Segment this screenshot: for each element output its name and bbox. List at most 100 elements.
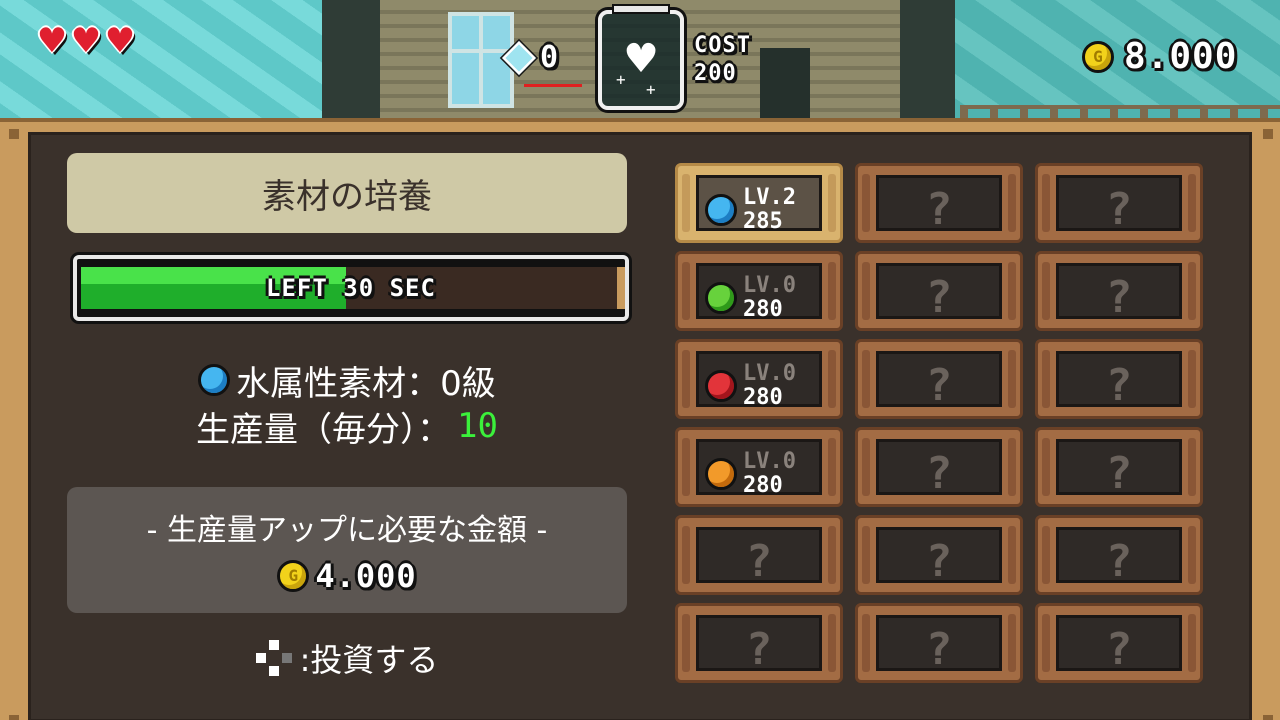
sky-left: [0, 0, 330, 130]
coin-icon: G: [277, 560, 310, 592]
locked-slot[interactable]: ?: [1035, 163, 1203, 243]
coin-icon: G: [1082, 40, 1114, 73]
slot-edge: [1008, 174, 1016, 232]
locked-slot[interactable]: ?: [1035, 339, 1203, 419]
locked-slot[interactable]: ?: [1035, 427, 1203, 507]
locked-slot[interactable]: ?: [675, 603, 843, 683]
gold-counter: G 8.000: [1082, 36, 1237, 77]
upgrade-cost-box: - 生産量アップに必要な金額 - G 4.000: [67, 487, 627, 613]
slot-screen: LV.0 280: [696, 263, 822, 322]
slot-edge: [828, 438, 836, 496]
question-mark-icon: ?: [745, 624, 773, 675]
slot-edge: [828, 174, 836, 232]
slot-edge: [682, 438, 690, 496]
gem-underline: [524, 84, 582, 87]
locked-slot[interactable]: ?: [855, 603, 1023, 683]
slot-screen: ?: [1056, 351, 1182, 411]
slot-screen: ?: [1056, 263, 1182, 323]
question-mark-icon: ?: [745, 536, 773, 587]
slot-edge: [1008, 262, 1016, 320]
material-slot-grass[interactable]: LV.0 280: [675, 251, 843, 331]
material-slot-water[interactable]: LV.2 285: [675, 163, 843, 243]
slot-edge: [682, 614, 690, 672]
heart-icon: ♥: [104, 21, 136, 61]
slot-edge: [828, 350, 836, 408]
slot-edge: [1042, 614, 1050, 672]
heart-icon: ♥: [36, 21, 68, 61]
slot-screen: LV.2 285: [696, 175, 822, 234]
slot-edge: [1008, 526, 1016, 584]
slot-screen: ?: [876, 263, 1002, 323]
slot-value: 280: [743, 297, 783, 322]
cost-value: 200: [694, 61, 737, 86]
gold-amount: 8.000: [1124, 36, 1238, 77]
grass-orb-icon: [705, 282, 737, 314]
dpad-button-icon: [255, 640, 292, 676]
slot-level: LV.2: [743, 185, 796, 210]
slot-edge: [1042, 262, 1050, 320]
slot-screen: LV.0 280: [696, 351, 822, 410]
upgrade-amount: G 4.000: [277, 557, 416, 595]
question-mark-icon: ?: [1105, 184, 1133, 235]
upgrade-heading: - 生産量アップに必要な金額 -: [146, 513, 548, 548]
slot-screen: ?: [876, 351, 1002, 411]
panel-rivet: [9, 129, 19, 139]
slot-screen: ?: [876, 615, 1002, 675]
slot-edge: [1008, 350, 1016, 408]
slot-edge: [1042, 526, 1050, 584]
panel-rivet: [1263, 129, 1273, 139]
question-mark-icon: ?: [1105, 448, 1133, 499]
house-pillar-left: [322, 0, 380, 130]
slot-screen: ?: [1056, 439, 1182, 499]
question-mark-icon: ?: [925, 448, 953, 499]
panel-rivet: [1263, 715, 1273, 720]
slot-value: 280: [743, 473, 783, 498]
locked-slot[interactable]: ?: [1035, 603, 1203, 683]
locked-slot[interactable]: ?: [855, 427, 1023, 507]
slot-screen: ?: [876, 527, 1002, 587]
question-mark-icon: ?: [1105, 624, 1133, 675]
timer-label: LEFT 30 SEC: [266, 274, 436, 302]
slot-edge: [862, 350, 870, 408]
locked-slot[interactable]: ?: [1035, 515, 1203, 595]
locked-slot[interactable]: ?: [855, 251, 1023, 331]
earth-orb-icon: [705, 458, 737, 490]
locked-slot[interactable]: ?: [855, 515, 1023, 595]
slot-edge: [828, 526, 836, 584]
production-line: 生産量（毎分）： 10: [67, 403, 627, 450]
heart-jar: ♥ + +: [598, 4, 684, 110]
question-mark-icon: ?: [1105, 272, 1133, 323]
cost-label: COST: [694, 33, 751, 58]
slot-edge: [862, 438, 870, 496]
jar-lid: [612, 4, 670, 14]
panel-title-box: 素材の培養: [67, 153, 627, 233]
material-slot-fire[interactable]: LV.0 280: [675, 339, 843, 419]
slot-value: 280: [743, 385, 783, 410]
slot-screen: ?: [876, 175, 1002, 235]
locked-slot[interactable]: ?: [675, 515, 843, 595]
locked-slot[interactable]: ?: [1035, 251, 1203, 331]
slot-edge: [1188, 350, 1196, 408]
slot-edge: [862, 174, 870, 232]
locked-slot[interactable]: ?: [855, 339, 1023, 419]
invest-button[interactable]: :投資する: [67, 635, 627, 681]
slot-edge: [862, 614, 870, 672]
house-pillar-right: [900, 0, 958, 130]
slot-edge: [1042, 174, 1050, 232]
slot-edge: [862, 262, 870, 320]
slot-edge: [1188, 614, 1196, 672]
slot-edge: [1042, 350, 1050, 408]
slot-level: LV.0: [743, 361, 796, 386]
timer-progress-bar: LEFT 30 SEC: [73, 255, 629, 321]
material-slot-earth[interactable]: LV.0 280: [675, 427, 843, 507]
material-line: 水属性素材：0級: [67, 357, 627, 404]
sparkle-icon: +: [646, 80, 656, 99]
heart-icon: ♥: [70, 21, 102, 61]
gem-icon: [502, 40, 536, 75]
slot-edge: [1008, 614, 1016, 672]
locked-slot[interactable]: ?: [855, 163, 1023, 243]
slot-screen: ?: [876, 439, 1002, 499]
slot-level: LV.0: [743, 449, 796, 474]
slot-screen: ?: [696, 615, 822, 675]
material-slot-grid: LV.2 285?? LV.0 280?? LV.0 280?? LV.0 280??????…: [675, 163, 1215, 683]
